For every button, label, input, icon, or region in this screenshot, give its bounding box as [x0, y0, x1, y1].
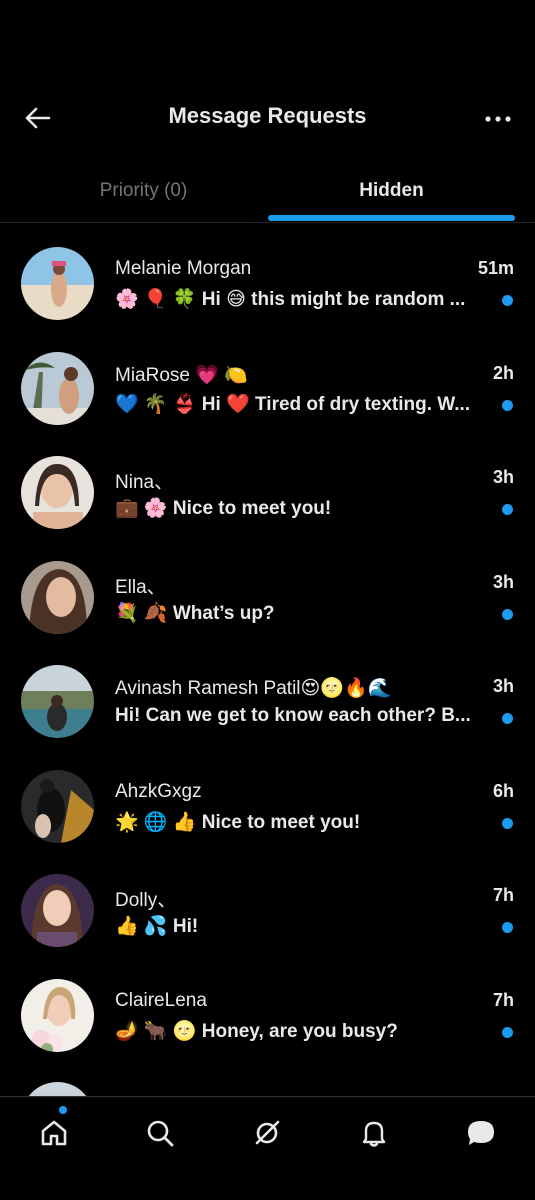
timestamp: 3h: [492, 676, 514, 696]
avatar: [21, 769, 94, 843]
message-preview: 🌟 🌐 👍 Nice to meet you!: [115, 811, 361, 833]
sender-name: AhzkGxgz: [115, 780, 202, 802]
active-tab-indicator: [268, 215, 515, 221]
sender-name: Dolly、: [115, 890, 177, 911]
message-preview: 🌸 🎈 🍀 Hi 😅 this might be random ...: [115, 289, 466, 310]
search-icon: [147, 1120, 174, 1147]
avatar: [21, 456, 94, 529]
message-preview: 🪔 🐂 🌝 Honey, are you busy?: [115, 1020, 398, 1042]
nav-notifications[interactable]: [354, 1113, 394, 1153]
unread-dot: [502, 1026, 513, 1038]
conversation-row[interactable]: Nina、 3h 💼 🌸 Nice to meet you!: [0, 439, 535, 544]
avatar: [21, 978, 94, 1052]
message-preview: 💼 🌸 Nice to meet you!: [115, 498, 332, 519]
header: Message Requests: [0, 88, 535, 148]
nav-home[interactable]: [34, 1113, 74, 1153]
message-list: Melanie Morgan 51m 🌸 🎈 🍀 Hi 😅 this might…: [0, 230, 535, 1066]
tab-priority[interactable]: Priority (0): [20, 160, 267, 222]
message-preview: 👍 💦 Hi!: [115, 916, 199, 937]
sender-name: MiaRose 💗 🍋: [115, 364, 248, 386]
avatar: [21, 874, 94, 947]
timestamp: 2h: [492, 362, 514, 383]
unread-dot: [502, 399, 513, 411]
sender-name: Avinash Ramesh Patil😍🌝🔥🌊: [115, 678, 392, 699]
messages-icon: [468, 1121, 494, 1145]
grok-icon: [255, 1120, 280, 1145]
message-preview: 💐 🍂 What’s up?: [115, 602, 275, 624]
tab-bar: Priority (0) Hidden: [0, 160, 535, 223]
unread-dot: [502, 504, 513, 515]
notification-dot: [59, 1106, 67, 1114]
ellipsis-icon: [485, 116, 511, 122]
more-options-button[interactable]: [483, 104, 513, 134]
sender-name: Nina、: [115, 472, 174, 493]
nav-grok[interactable]: [247, 1113, 287, 1153]
conversation-row[interactable]: Avinash Ramesh Patil😍🌝🔥🌊 3h Hi! Can we g…: [0, 648, 535, 753]
conversation-row[interactable]: ClaireLena 7h 🪔 🐂 🌝 Honey, are you busy?: [0, 962, 535, 1067]
sender-name: Ella、: [115, 576, 166, 598]
timestamp: 6h: [492, 780, 514, 801]
avatar: [21, 560, 94, 634]
nav-search[interactable]: [140, 1113, 180, 1153]
unread-dot: [502, 713, 513, 724]
message-requests-screen: Message Requests Priority (0) Hidden Mel…: [0, 0, 535, 1200]
page-title: Message Requests: [168, 103, 367, 128]
sender-name: ClaireLena: [115, 989, 207, 1011]
avatar: [21, 665, 94, 738]
unread-dot: [502, 295, 513, 306]
message-preview: Hi! Can we get to know each other? B...: [115, 705, 471, 726]
tab-hidden[interactable]: Hidden: [268, 160, 515, 222]
sender-name: Melanie Morgan: [115, 258, 252, 279]
message-preview: 💙 🌴 👙 Hi ❤️ Tired of dry texting. W...: [115, 393, 471, 415]
bell-icon: [362, 1121, 386, 1147]
timestamp: 51m: [477, 258, 514, 278]
conversation-row[interactable]: AhzkGxgz 6h 🌟 🌐 👍 Nice to meet you!: [0, 753, 535, 858]
conversation-row[interactable]: Ella、 3h 💐 🍂 What’s up?: [0, 544, 535, 649]
nav-messages[interactable]: [461, 1113, 501, 1153]
unread-dot: [502, 817, 513, 829]
avatar: [21, 351, 94, 425]
conversation-row[interactable]: MiaRose 💗 🍋 2h 💙 🌴 👙 Hi ❤️ Tired of dry …: [0, 335, 535, 440]
home-icon: [41, 1120, 67, 1146]
bottom-navigation: [0, 1096, 535, 1200]
avatar: [21, 247, 94, 320]
timestamp: 7h: [492, 885, 514, 905]
timestamp: 7h: [492, 989, 514, 1010]
conversation-row[interactable]: Melanie Morgan 51m 🌸 🎈 🍀 Hi 😅 this might…: [0, 230, 535, 335]
timestamp: 3h: [492, 467, 514, 487]
conversation-row[interactable]: Dolly、 7h 👍 💦 Hi!: [0, 857, 535, 962]
unread-dot: [502, 922, 513, 933]
unread-dot: [502, 608, 513, 620]
timestamp: 3h: [492, 571, 514, 592]
